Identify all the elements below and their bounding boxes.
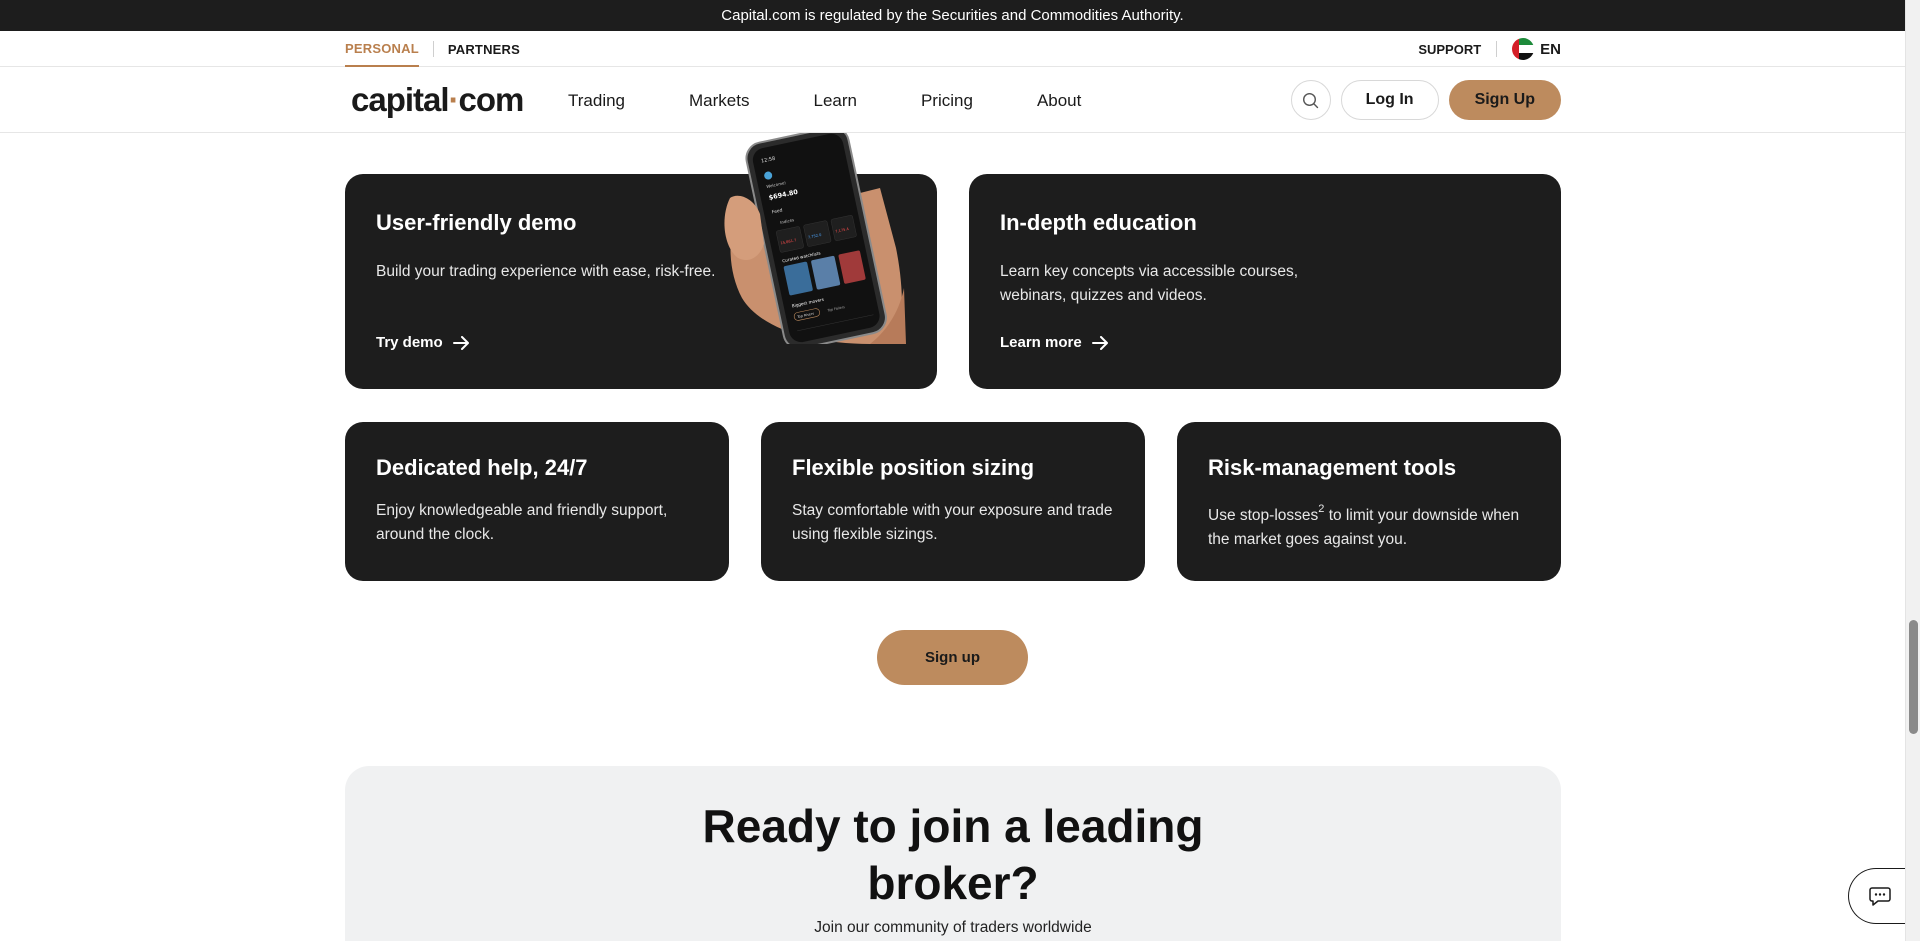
arrow-right-icon xyxy=(452,335,469,350)
language-code: EN xyxy=(1540,40,1561,58)
page-scrollbar[interactable] xyxy=(1905,0,1920,941)
divider xyxy=(432,41,434,57)
ready-heading-line2: broker? xyxy=(867,857,1039,909)
audience-nav: PERSONAL PARTNERS SUPPORT EN xyxy=(0,31,1905,67)
main-header: capital·com Trading Markets Learn Pricin… xyxy=(0,68,1905,133)
card-text: Enjoy knowledgeable and friendly support… xyxy=(376,502,668,543)
support-link[interactable]: SUPPORT xyxy=(1418,42,1481,57)
feature-card-risk: Risk-management tools Use stop-losses2 t… xyxy=(1177,422,1561,581)
menu-item-about[interactable]: About xyxy=(1037,91,1081,111)
feature-card-help: Dedicated help, 24/7 Enjoy knowledgeable… xyxy=(345,422,729,581)
try-demo-link[interactable]: Try demo xyxy=(376,334,470,351)
signup-button[interactable]: Sign up xyxy=(877,630,1028,685)
menu-item-pricing[interactable]: Pricing xyxy=(921,91,973,111)
search-button[interactable] xyxy=(1290,80,1331,120)
menu-item-learn[interactable]: Learn xyxy=(813,91,856,111)
link-label: Try demo xyxy=(376,334,443,351)
footnote-marker[interactable]: 2 xyxy=(1318,503,1324,515)
card-title: Risk-management tools xyxy=(1208,455,1457,480)
regulatory-banner: Capital.com is regulated by the Securiti… xyxy=(0,0,1905,31)
logo-text-end: com xyxy=(458,81,525,118)
link-label: Learn more xyxy=(1000,334,1082,351)
header-signup-button[interactable]: Sign Up xyxy=(1448,80,1561,120)
language-selector[interactable]: EN xyxy=(1512,38,1561,60)
card-title: Dedicated help, 24/7 xyxy=(376,455,588,480)
feature-card-sizing: Flexible position sizing Stay comfortabl… xyxy=(761,422,1145,581)
ready-subtitle: Join our community of traders worldwide xyxy=(814,919,1092,936)
capital-logo[interactable]: capital·com xyxy=(351,81,525,119)
tab-personal[interactable]: PERSONAL xyxy=(345,31,419,67)
logo-dot: · xyxy=(448,81,460,118)
learn-more-link[interactable]: Learn more xyxy=(1000,334,1109,351)
ready-section: Ready to join a leading broker? Join our … xyxy=(345,766,1561,941)
tab-partners[interactable]: PARTNERS xyxy=(448,42,520,57)
card-text-start: Use stop-losses xyxy=(1208,507,1319,525)
page: Capital.com is regulated by the Securiti… xyxy=(0,0,1905,941)
uae-flag-icon xyxy=(1512,38,1535,60)
menu-item-markets[interactable]: Markets xyxy=(689,91,749,111)
ready-heading-line1: Ready to join a leading xyxy=(702,800,1204,852)
card-title: Flexible position sizing xyxy=(792,455,1035,480)
card-text: Learn key concepts via accessible course… xyxy=(1000,263,1299,304)
login-button[interactable]: Log In xyxy=(1340,80,1439,120)
arrow-right-icon xyxy=(1091,335,1108,350)
card-text: Stay comfortable with your exposure and … xyxy=(792,502,1113,543)
primary-menu: Trading Markets Learn Pricing About xyxy=(568,68,1145,133)
card-title: User-friendly demo xyxy=(376,210,577,235)
phone-illustration: 12:58 Welcome! $694.80 Feed Indices 15,8… xyxy=(720,126,910,350)
regulatory-text: Capital.com is regulated by the Securiti… xyxy=(721,7,1184,24)
divider xyxy=(1496,41,1498,57)
chat-button[interactable] xyxy=(1848,868,1908,924)
ready-heading: Ready to join a leading broker? xyxy=(345,798,1561,912)
scrollbar-thumb[interactable] xyxy=(1909,620,1918,734)
card-title: In-depth education xyxy=(1000,210,1197,235)
menu-item-trading[interactable]: Trading xyxy=(568,91,625,111)
card-text: Use stop-losses2 to limit your downside … xyxy=(1208,499,1538,552)
chat-bubble-icon xyxy=(1868,887,1891,906)
search-icon xyxy=(1303,92,1319,108)
card-text: Build your trading experience with ease,… xyxy=(376,263,716,280)
logo-text-main: capital xyxy=(351,81,450,118)
feature-card-education: In-depth education Learn key concepts vi… xyxy=(969,174,1561,389)
